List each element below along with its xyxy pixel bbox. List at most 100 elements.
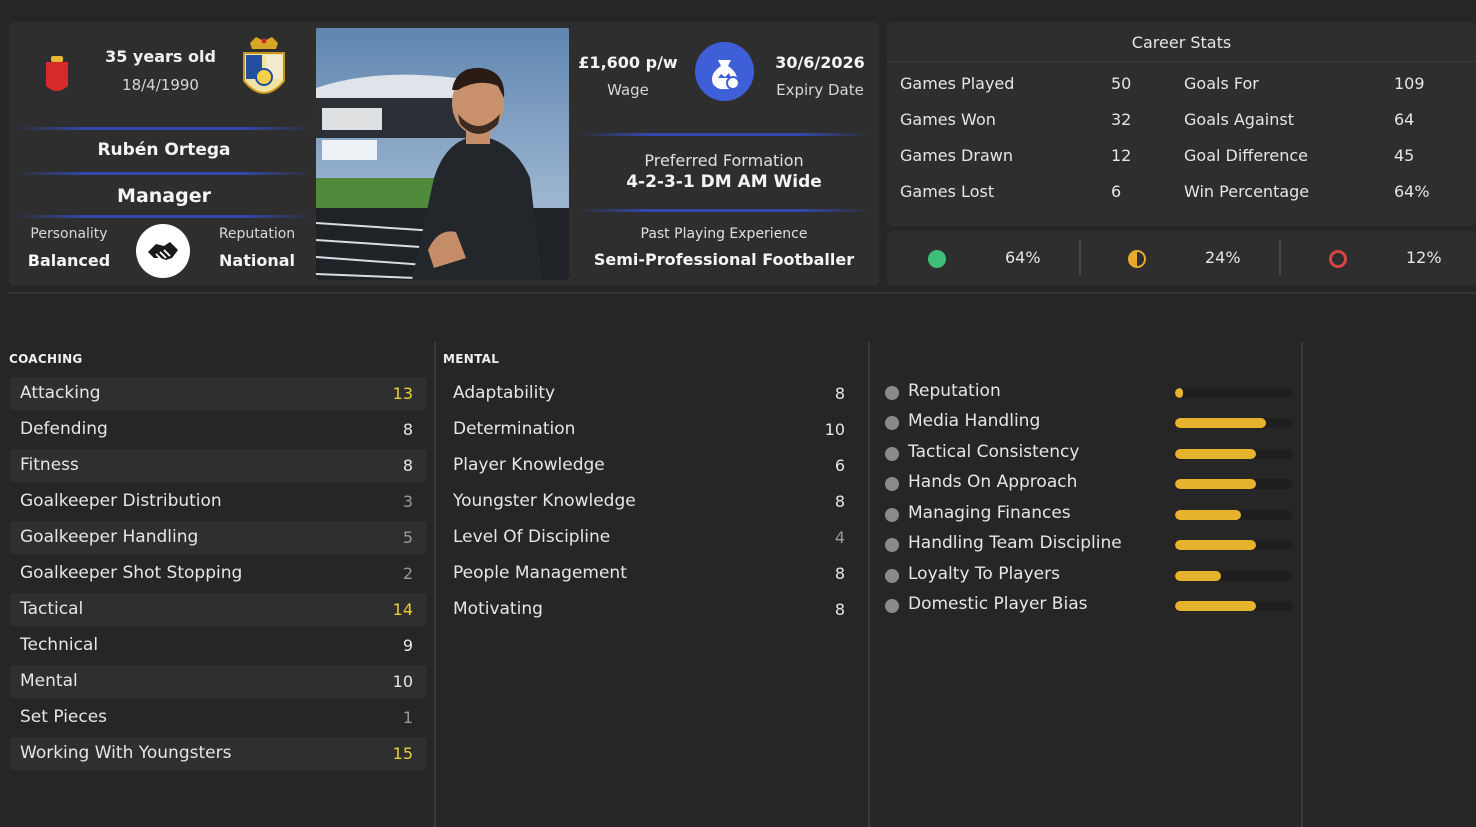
column-divider (868, 342, 870, 827)
coaching-section-title: COACHING (9, 352, 83, 366)
contract-divider (578, 133, 870, 136)
stat-label: Goal Difference (1184, 146, 1309, 165)
trait-row-domestic-player-bias[interactable]: Domestic Player Bias (885, 594, 1295, 618)
attribute-row-player-knowledge[interactable]: Player Knowledge 6 (443, 449, 861, 482)
wage-label: Wage (607, 81, 649, 99)
trait-bar-fill (1175, 571, 1222, 581)
stat-value: 45 (1394, 146, 1415, 165)
contract-expiry-label: Expiry Date (776, 81, 864, 99)
stat-label: Games Drawn (900, 146, 1013, 165)
attribute-row-working-with-youngsters[interactable]: Working With Youngsters 15 (10, 737, 427, 770)
stat-value: 6 (1111, 182, 1122, 201)
attribute-label: Level Of Discipline (453, 527, 611, 547)
stat-value: 64% (1394, 182, 1430, 201)
attribute-label: People Management (453, 563, 627, 583)
section-divider (9, 292, 1476, 294)
trait-row-managing-finances[interactable]: Managing Finances (885, 503, 1295, 527)
attribute-row-determination[interactable]: Determination 10 (443, 413, 861, 446)
trait-label: Loyalty To Players (908, 564, 1060, 584)
mental-section-title: MENTAL (443, 352, 500, 366)
win-percentage: 64% (1005, 248, 1041, 267)
results-separator (1279, 241, 1281, 275)
draw-dot-icon (1128, 250, 1146, 268)
attribute-label: Defending (20, 419, 108, 439)
attribute-value: 10 (392, 672, 413, 691)
trait-label: Reputation (908, 381, 1001, 401)
stat-value: 64 (1394, 110, 1415, 129)
attribute-label: Tactical (20, 599, 84, 619)
trait-bar (1175, 418, 1293, 428)
attribute-label: Technical (20, 635, 99, 655)
career-stats-title: Career Stats (1131, 33, 1232, 52)
info-icon[interactable] (885, 538, 899, 552)
trait-bar (1175, 601, 1293, 611)
info-icon[interactable] (885, 477, 899, 491)
manager-photo (316, 28, 569, 280)
trait-bar (1175, 388, 1293, 398)
attribute-row-level-of-discipline[interactable]: Level Of Discipline 4 (443, 521, 861, 554)
attribute-value: 1 (402, 708, 413, 727)
attribute-row-goalkeeper-handling[interactable]: Goalkeeper Handling 5 (10, 521, 427, 554)
info-icon[interactable] (885, 599, 899, 613)
attribute-value: 2 (402, 564, 413, 583)
stat-value: 50 (1111, 74, 1132, 93)
attribute-row-fitness[interactable]: Fitness 8 (10, 449, 427, 482)
career-stats-panel: Career Stats Games Played 50 Games Won 3… (887, 22, 1476, 226)
attribute-label: Attacking (20, 383, 101, 403)
manager-role: Manager (117, 185, 211, 207)
manager-date-of-birth: 18/4/1990 (122, 76, 199, 94)
info-icon[interactable] (885, 416, 899, 430)
attribute-row-youngster-knowledge[interactable]: Youngster Knowledge 8 (443, 485, 861, 518)
attribute-value: 13 (392, 384, 413, 403)
contract-divider (578, 209, 870, 212)
attribute-value: 3 (402, 492, 413, 511)
trait-row-media-handling[interactable]: Media Handling (885, 411, 1295, 435)
money-bag-icon[interactable] (695, 42, 754, 101)
attribute-row-technical[interactable]: Technical 9 (10, 629, 427, 662)
playing-experience-label: Past Playing Experience (640, 226, 808, 242)
trait-row-loyalty-to-players[interactable]: Loyalty To Players (885, 564, 1295, 588)
attribute-row-mental[interactable]: Mental 10 (10, 665, 427, 698)
attribute-value: 10 (824, 420, 845, 439)
trait-row-handling-team-discipline[interactable]: Handling Team Discipline (885, 533, 1295, 557)
info-icon[interactable] (885, 508, 899, 522)
trait-row-tactical-consistency[interactable]: Tactical Consistency (885, 442, 1295, 466)
attribute-row-adaptability[interactable]: Adaptability 8 (443, 377, 861, 410)
stat-label: Goals For (1184, 74, 1259, 93)
trait-row-reputation[interactable]: Reputation (885, 381, 1295, 405)
attribute-label: Fitness (20, 455, 79, 475)
trait-label: Media Handling (908, 411, 1041, 431)
info-icon[interactable] (885, 386, 899, 400)
info-icon[interactable] (885, 569, 899, 583)
club-crest-icon[interactable] (240, 35, 288, 107)
column-divider (1301, 342, 1303, 827)
profile-divider (14, 127, 314, 130)
attribute-row-goalkeeper-shot-stopping[interactable]: Goalkeeper Shot Stopping 2 (10, 557, 427, 590)
attribute-row-goalkeeper-distribution[interactable]: Goalkeeper Distribution 3 (10, 485, 427, 518)
stat-label: Games Won (900, 110, 996, 129)
trait-label: Managing Finances (908, 503, 1071, 523)
attribute-value: 9 (402, 636, 413, 655)
info-icon[interactable] (885, 447, 899, 461)
preferred-formation-value: 4-2-3-1 DM AM Wide (626, 172, 822, 192)
attribute-value: 6 (834, 456, 845, 475)
wage-value: £1,600 p/w (578, 53, 678, 72)
attribute-row-attacking[interactable]: Attacking 13 (10, 377, 427, 410)
attribute-row-motivating[interactable]: Motivating 8 (443, 593, 861, 626)
reputation-label: Reputation (218, 226, 296, 242)
personality-label: Personality (30, 226, 108, 242)
trait-bar-fill (1175, 449, 1257, 459)
spain-flag-icon (46, 56, 68, 91)
win-dot-icon (928, 250, 946, 268)
attribute-row-set-pieces[interactable]: Set Pieces 1 (10, 701, 427, 734)
profile-divider (14, 215, 314, 218)
reputation-value: National (219, 251, 295, 270)
attribute-row-people-management[interactable]: People Management 8 (443, 557, 861, 590)
attribute-row-tactical[interactable]: Tactical 14 (10, 593, 427, 626)
manager-age: 35 years old (105, 47, 216, 66)
attribute-row-defending[interactable]: Defending 8 (10, 413, 427, 446)
trait-row-hands-on-approach[interactable]: Hands On Approach (885, 472, 1295, 496)
trait-bar-fill (1175, 540, 1257, 550)
attribute-label: Mental (20, 671, 78, 691)
stat-value: 32 (1111, 110, 1132, 129)
